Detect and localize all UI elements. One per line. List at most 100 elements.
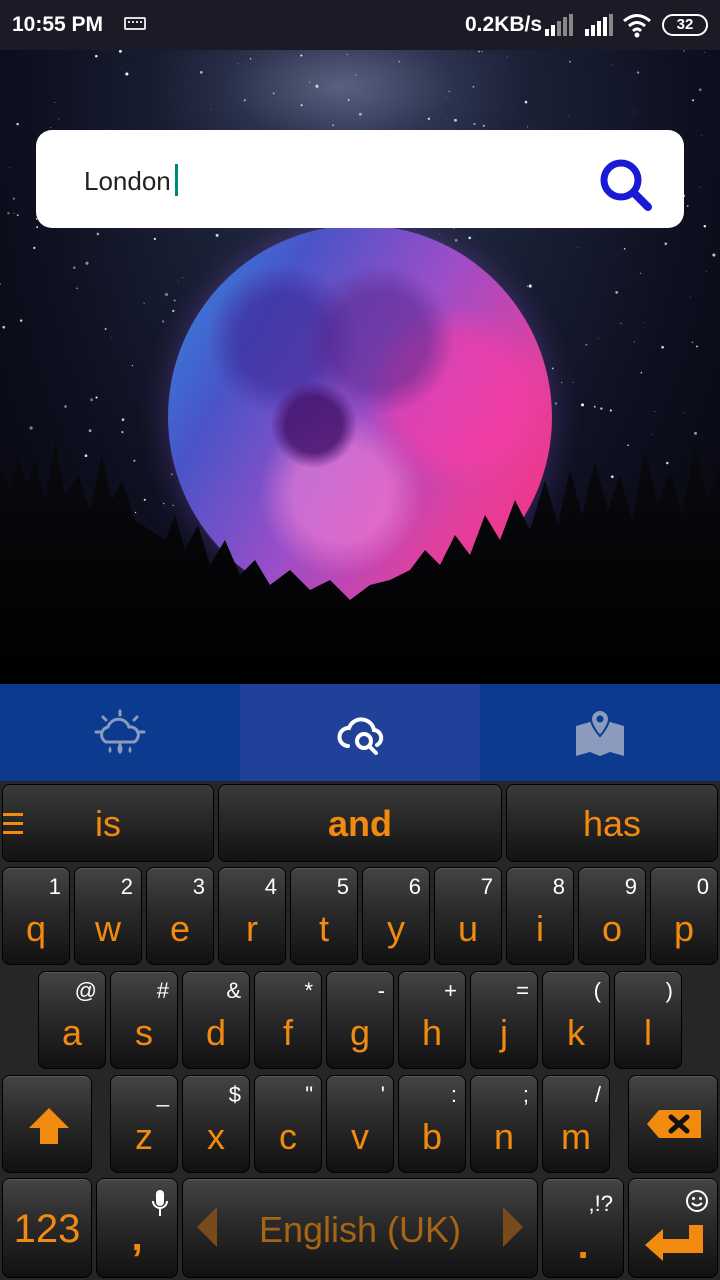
key-label: y: [387, 908, 405, 949]
search-input-value: London: [84, 166, 171, 196]
status-bar: 10:55 PM 0.2KB/s 32: [0, 0, 720, 50]
key-alt-label: @: [74, 978, 97, 1003]
search-bar[interactable]: London: [36, 130, 684, 228]
battery-level: 32: [676, 16, 694, 33]
status-time: 10:55 PM: [12, 13, 104, 36]
key-p[interactable]: 0p: [650, 867, 718, 965]
key-v[interactable]: ' v: [326, 1075, 394, 1173]
search-icon[interactable]: [596, 155, 656, 215]
space-key[interactable]: English (UK): [182, 1178, 538, 1278]
battery-icon: 32: [662, 14, 708, 36]
key-label: l: [644, 1012, 652, 1053]
key-e[interactable]: 3e: [146, 867, 214, 965]
forest-silhouette: [0, 440, 720, 684]
suggestion-is[interactable]: is: [2, 784, 214, 862]
key-label: s: [135, 1012, 153, 1053]
symbols-key[interactable]: 123: [2, 1178, 92, 1278]
key-f[interactable]: * f: [254, 971, 322, 1069]
key-alt-label: 4: [264, 874, 277, 899]
key-label: d: [205, 1012, 227, 1053]
map-pin-icon: [576, 708, 624, 756]
key-alt-label: 3: [192, 874, 205, 899]
key-a[interactable]: @ a: [38, 971, 106, 1069]
key-alt-label: $: [228, 1082, 241, 1107]
period-key[interactable]: ,!? .: [542, 1178, 624, 1278]
network-speed: 0.2KB/s: [465, 13, 543, 36]
wifi-icon: [623, 14, 651, 38]
key-label: o: [601, 908, 623, 949]
key-alt-label: 0: [696, 874, 709, 899]
text-cursor: [174, 164, 178, 196]
key-w[interactable]: 2w: [74, 867, 142, 965]
key-alt-label: (: [593, 978, 601, 1003]
key-label: b: [421, 1116, 443, 1157]
key-alt-label: *: [304, 978, 313, 1003]
key-j[interactable]: = j: [470, 971, 538, 1069]
key-label: z: [135, 1116, 153, 1157]
search-input[interactable]: London: [84, 164, 178, 197]
key-n[interactable]: ; n: [470, 1075, 538, 1173]
key-label: f: [282, 1012, 293, 1053]
backspace-icon: [647, 1110, 701, 1138]
emoji-icon: [686, 1190, 708, 1212]
key-q[interactable]: 1q: [2, 867, 70, 965]
menu-icon[interactable]: [3, 813, 23, 835]
key-label: j: [500, 1012, 508, 1053]
suggestion-label: is: [95, 803, 121, 844]
suggestion-and[interactable]: and: [218, 784, 502, 862]
key-alt-label: 7: [480, 874, 493, 899]
key-c[interactable]: " c: [254, 1075, 322, 1173]
enter-key[interactable]: [628, 1178, 718, 1278]
key-i[interactable]: 8i: [506, 867, 574, 965]
key-alt-label: 8: [552, 874, 565, 899]
key-label: w: [95, 908, 121, 949]
arrow-right-icon: [503, 1207, 523, 1247]
tab-search-weather[interactable]: [240, 684, 480, 781]
key-z[interactable]: _ z: [110, 1075, 178, 1173]
key-alt-label: /: [594, 1082, 601, 1107]
key-d[interactable]: & d: [182, 971, 250, 1069]
cloud-search-icon: [337, 717, 384, 755]
tab-map[interactable]: [480, 684, 720, 781]
key-t[interactable]: 5t: [290, 867, 358, 965]
key-alt-label: 1: [48, 874, 61, 899]
key-alt-label: _: [156, 1082, 169, 1107]
keyboard: is and has 123 , English (UK) ,!? . 1 q …: [0, 781, 720, 1280]
key-label: p: [673, 908, 695, 949]
key-o[interactable]: 9o: [578, 867, 646, 965]
key-alt-label: &: [226, 978, 241, 1003]
signal-icon: [585, 14, 613, 36]
key-r[interactable]: 4r: [218, 867, 286, 965]
key-l[interactable]: ) l: [614, 971, 682, 1069]
key-label: c: [279, 1116, 297, 1157]
key-label: e: [169, 908, 191, 949]
key-h[interactable]: + h: [398, 971, 466, 1069]
microphone-icon: [152, 1190, 168, 1216]
key-alt-label: ': [380, 1082, 385, 1107]
comma-key[interactable]: ,: [96, 1178, 178, 1278]
key-u[interactable]: 7u: [434, 867, 502, 965]
key-label: a: [61, 1012, 83, 1053]
key-m[interactable]: / m: [542, 1075, 610, 1173]
key-label: r: [246, 908, 258, 949]
weather-cloud-icon: [94, 709, 146, 754]
shift-key[interactable]: [2, 1075, 92, 1173]
key-k[interactable]: (k: [542, 971, 610, 1069]
key-label: m: [561, 1116, 591, 1157]
period-key-alt: ,!?: [588, 1191, 613, 1216]
key-alt-label: =: [516, 978, 529, 1003]
key-x[interactable]: $ x: [182, 1075, 250, 1173]
key-label: q: [25, 908, 47, 949]
key-alt-label: +: [444, 978, 457, 1003]
backspace-key[interactable]: [628, 1075, 718, 1173]
key-label: v: [351, 1116, 369, 1157]
key-s[interactable]: # s: [110, 971, 178, 1069]
key-y[interactable]: 6y: [362, 867, 430, 965]
key-alt-label: 6: [408, 874, 421, 899]
tab-weather[interactable]: [0, 684, 240, 781]
suggestion-has[interactable]: has: [506, 784, 718, 862]
comma-key-label: ,: [131, 1215, 143, 1259]
key-b[interactable]: :b: [398, 1075, 466, 1173]
key-alt-label: #: [156, 978, 169, 1003]
key-g[interactable]: -g: [326, 971, 394, 1069]
